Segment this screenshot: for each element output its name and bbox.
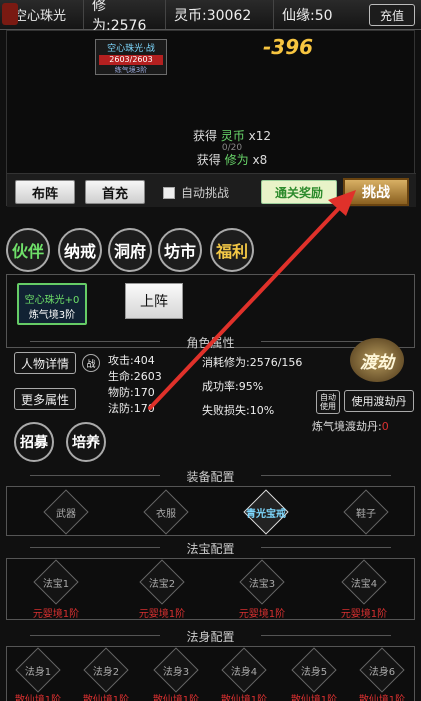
enemy-card[interactable]: 空心珠光·战 2603/2603 练气境3阶 <box>95 39 167 75</box>
pill-count: 0 <box>381 420 389 433</box>
treasure-slot-4-req: 元婴境1阶 <box>340 609 388 620</box>
train-button[interactable]: 培养 <box>66 422 106 462</box>
loot-line-cultivation: 获得 修为 x8 <box>196 153 268 167</box>
menu-partner[interactable]: 伙伴 <box>6 228 50 272</box>
enemy-level: 练气境3阶 <box>114 66 148 74</box>
body-slot-4[interactable]: 法身4 <box>221 647 267 693</box>
treasure-slot-1[interactable]: 法宝1 <box>33 559 79 605</box>
body-row: 法身1 法身2 法身3 法身4 法身5 法身6 散仙境1阶 散仙境1阶 散仙境1… <box>6 646 415 701</box>
body-section-title: 法身配置 <box>0 628 421 645</box>
treasure-slot-2-req: 元婴境1阶 <box>138 609 186 620</box>
equip-slot-clothes[interactable]: 衣服 <box>143 489 189 535</box>
body-slot-2[interactable]: 法身2 <box>83 647 129 693</box>
formation-button[interactable]: 布阵 <box>15 180 75 204</box>
seal-icon <box>2 3 18 25</box>
treasure-slot-4[interactable]: 法宝4 <box>341 559 387 605</box>
treasure-slot-4-label: 法宝4 <box>350 578 378 590</box>
pill-label: 炼气境渡劫丹: <box>312 420 382 433</box>
body-slot-3-label: 法身3 <box>162 666 190 678</box>
stat-life: 生命:2603 <box>108 370 162 383</box>
clear-reward-button[interactable]: 通关奖励 <box>261 180 337 204</box>
equip-slot-clothes-label: 衣服 <box>156 508 176 520</box>
treasure-row: 法宝1 法宝2 法宝3 法宝4 元婴境1阶 元婴境1阶 元婴境1阶 元婴境1阶 <box>6 558 415 620</box>
equip-slot-ring-label: 青光宝戒 <box>246 508 286 520</box>
treasure-slot-3[interactable]: 法宝3 <box>239 559 285 605</box>
body-slot-1-req: 散仙境1阶 <box>14 695 62 701</box>
fate-value: 仙缘:50 <box>282 7 333 24</box>
more-attrs-button[interactable]: 更多属性 <box>14 388 76 410</box>
stat-cost: 消耗修为:2576/156 <box>202 356 303 369</box>
treasure-slot-1-label: 法宝1 <box>42 578 70 590</box>
body-slot-3-req: 散仙境1阶 <box>152 695 200 701</box>
body-slot-4-label: 法身4 <box>230 666 258 678</box>
cultivation-value: 修为:2576 <box>84 0 166 34</box>
body-slot-4-req: 散仙境1阶 <box>220 695 268 701</box>
treasure-slot-2[interactable]: 法宝2 <box>139 559 185 605</box>
menu-ring[interactable]: 纳戒 <box>58 228 102 272</box>
pill-count-row: 炼气境渡劫丹:0 <box>312 418 389 434</box>
treasure-slot-3-req: 元婴境1阶 <box>238 609 286 620</box>
auto-battle-checkbox[interactable] <box>163 187 175 199</box>
body-slot-6-req: 散仙境1阶 <box>358 695 406 701</box>
treasure-slot-1-req: 元婴境1阶 <box>32 609 80 620</box>
menu-market[interactable]: 坊市 <box>158 228 202 272</box>
damage-number: -396 <box>263 35 314 59</box>
deploy-button[interactable]: 上阵 <box>125 283 183 319</box>
treasure-slot-2-label: 法宝2 <box>148 578 176 590</box>
tribulation-button[interactable]: 渡劫 <box>350 338 404 382</box>
stat-magic-def: 法防:170 <box>108 402 155 415</box>
equip-slot-weapon[interactable]: 武器 <box>43 489 89 535</box>
charge-button[interactable]: 充值 <box>369 4 415 26</box>
loot-progress: 0/20 <box>221 143 243 153</box>
body-slot-5-req: 散仙境1阶 <box>290 695 338 701</box>
battle-badge[interactable]: 战 <box>82 354 100 372</box>
auto-use-line1: 自动 <box>320 393 336 402</box>
use-pill-button[interactable]: 使用渡劫丹 <box>344 390 414 412</box>
equip-slot-ring[interactable]: 青光宝戒 <box>243 489 289 535</box>
equip-slot-shoes[interactable]: 鞋子 <box>343 489 389 535</box>
loot-log: 获得 灵币 x12 0/20 获得 修为 x8 <box>177 129 287 168</box>
stat-attack: 攻击:404 <box>108 354 155 367</box>
menu-welfare[interactable]: 福利 <box>210 228 254 272</box>
body-slot-1-label: 法身1 <box>24 666 52 678</box>
enemy-name: 空心珠光·战 <box>107 44 155 54</box>
equipment-row: 武器 衣服 青光宝戒 鞋子 <box>6 486 415 536</box>
partner-slot-name: 空心珠光+0 <box>24 295 80 306</box>
body-slot-6[interactable]: 法身6 <box>359 647 405 693</box>
body-slot-2-req: 散仙境1阶 <box>82 695 130 701</box>
battle-controls: 布阵 首充 自动挑战 通关奖励 挑战 <box>7 173 416 207</box>
equipment-section-title: 装备配置 <box>0 468 421 485</box>
spirit-coin-value: 灵币:30062 <box>166 0 274 29</box>
enemy-hp-bar: 2603/2603 <box>99 55 163 65</box>
character-detail-button[interactable]: 人物详情 <box>14 352 76 374</box>
body-slot-3[interactable]: 法身3 <box>153 647 199 693</box>
top-status-bar: 空心珠光 修为:2576 灵币:30062 仙缘:50 充值 <box>0 0 421 34</box>
recruit-button[interactable]: 招募 <box>14 422 54 462</box>
stat-phys-def: 物防:170 <box>108 386 155 399</box>
treasure-slot-3-label: 法宝3 <box>248 578 276 590</box>
body-slot-6-label: 法身6 <box>368 666 396 678</box>
partner-slot[interactable]: 空心珠光+0 炼气境3阶 <box>17 283 87 325</box>
stat-fail-loss: 失败损失:10% <box>202 404 275 417</box>
partner-slot-level: 炼气境3阶 <box>28 310 76 321</box>
body-slot-2-label: 法身2 <box>92 666 120 678</box>
challenge-button[interactable]: 挑战 <box>343 178 409 206</box>
stat-success: 成功率:95% <box>202 380 264 393</box>
equip-slot-shoes-label: 鞋子 <box>356 508 376 520</box>
first-charge-button[interactable]: 首充 <box>85 180 145 204</box>
menu-cave[interactable]: 洞府 <box>108 228 152 272</box>
treasure-section-title: 法宝配置 <box>0 540 421 557</box>
body-slot-5[interactable]: 法身5 <box>291 647 337 693</box>
body-slot-1[interactable]: 法身1 <box>15 647 61 693</box>
auto-use-line2: 使用 <box>320 402 336 411</box>
auto-battle-label: 自动挑战 <box>181 186 230 200</box>
battle-area: 空心珠光·战 2603/2603 练气境3阶 -396 获得 灵币 x12 0/… <box>6 30 416 207</box>
auto-use-toggle[interactable]: 自动 使用 <box>316 390 340 414</box>
equip-slot-weapon-label: 武器 <box>56 508 76 520</box>
body-slot-5-label: 法身5 <box>300 666 328 678</box>
loot-line-coin: 获得 灵币 x12 <box>192 129 272 143</box>
